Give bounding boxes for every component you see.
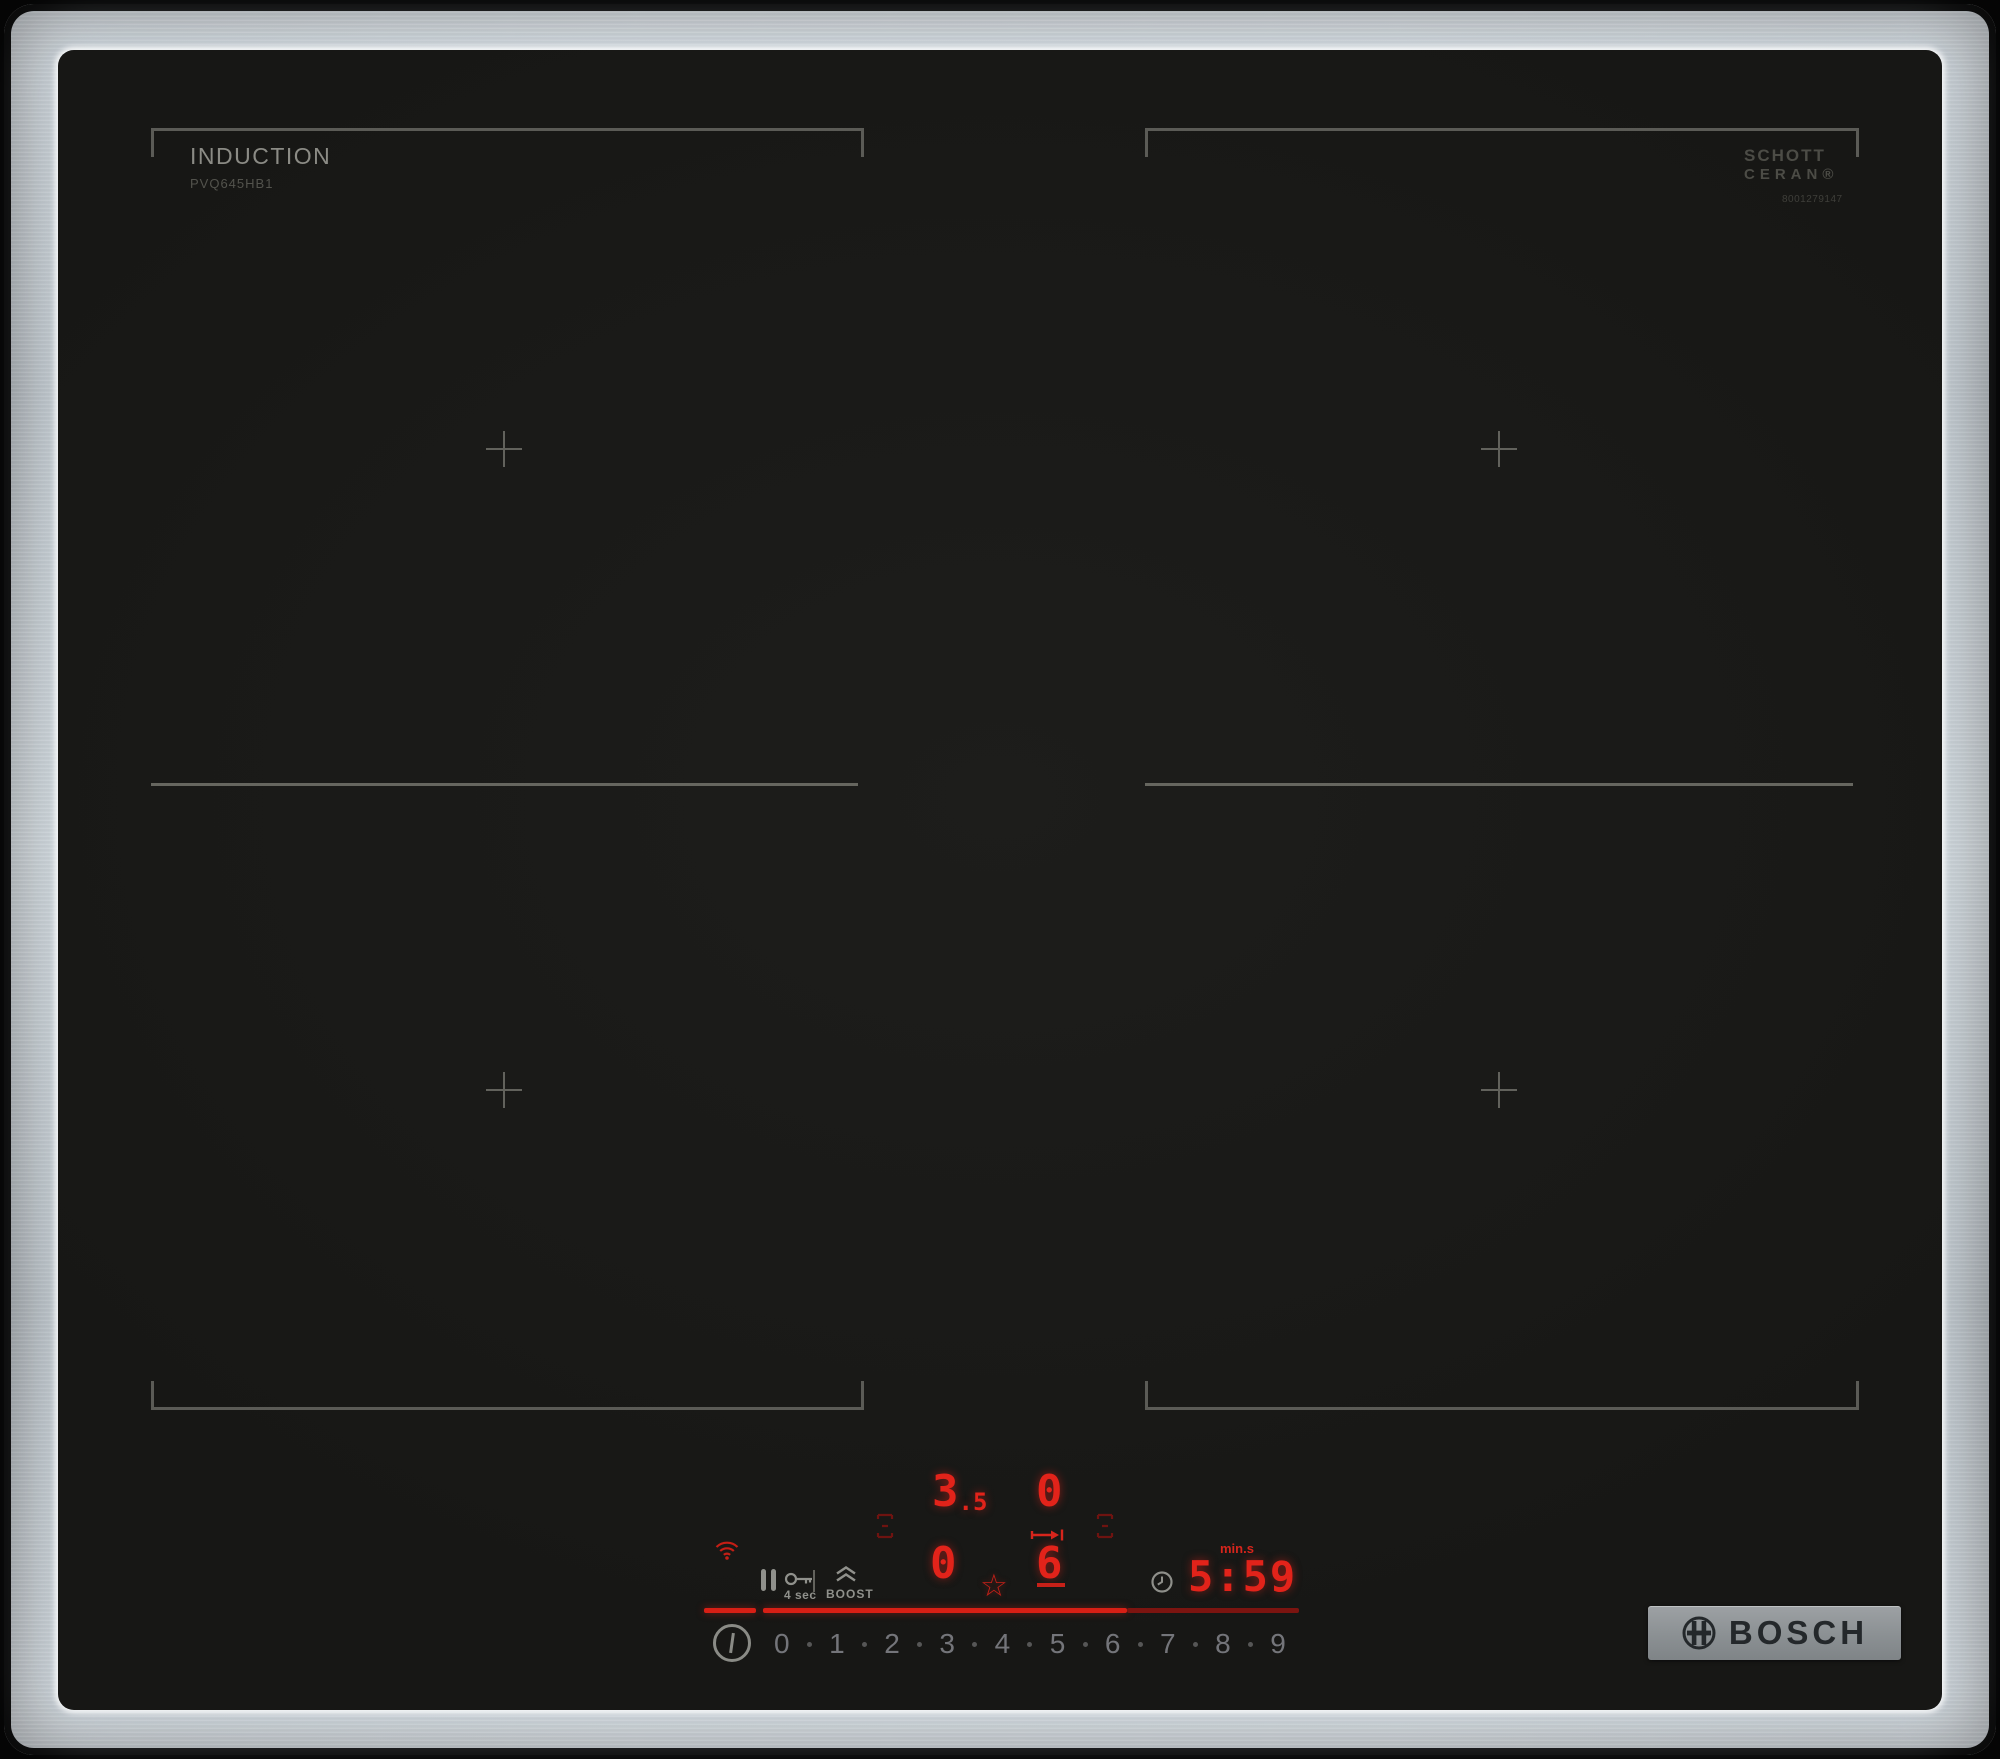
slider-inactive-track[interactable] [1127, 1608, 1299, 1613]
slider-number-0[interactable]: 0 [774, 1628, 790, 1660]
induction-label: INDUCTION [190, 143, 332, 169]
slider-dot [1247, 1641, 1253, 1647]
timer-clock-icon[interactable] [1150, 1570, 1174, 1594]
display-front-left-level[interactable]: 0 [930, 1542, 957, 1586]
slider-number-6[interactable]: 6 [1105, 1628, 1121, 1660]
slider-dot [1192, 1641, 1198, 1647]
slider-number-1[interactable]: 1 [829, 1628, 845, 1660]
zone-outline-front-left [151, 1381, 864, 1410]
slider-number-4[interactable]: 4 [995, 1628, 1011, 1660]
pause-icon [771, 1569, 776, 1591]
boost-button[interactable]: BOOST [826, 1565, 882, 1609]
zone-divider-right [1145, 783, 1853, 786]
slider-segment-left [704, 1608, 756, 1613]
slider-number-8[interactable]: 8 [1215, 1628, 1231, 1660]
slider-dot [1082, 1641, 1088, 1647]
zone-outline-front-right [1145, 1381, 1859, 1410]
childlock-hold-label: 4 sec [784, 1588, 817, 1602]
pause-icon [761, 1569, 766, 1591]
slider-dot [1137, 1641, 1143, 1647]
key-icon [784, 1572, 812, 1586]
pause-button[interactable] [761, 1569, 776, 1591]
zone-cross-icon [486, 431, 522, 467]
zone-cross-icon [1481, 1072, 1517, 1108]
back-left-level-decimal: .5 [958, 1488, 988, 1516]
slider-number-9[interactable]: 9 [1270, 1628, 1286, 1660]
display-front-right-level[interactable]: 6 [1036, 1542, 1063, 1586]
power-button[interactable] [713, 1624, 751, 1662]
slider-dot [806, 1641, 812, 1647]
bosch-logo-text: BOSCH [1728, 1614, 1869, 1651]
zone-cross-icon [1481, 431, 1517, 467]
schott-ceran-logo: SCHOTT CERAN® [1744, 146, 1838, 183]
slider-number-3[interactable]: 3 [939, 1628, 955, 1660]
control-divider [813, 1570, 815, 1592]
schott-logo-line1: SCHOTT [1744, 146, 1826, 165]
back-left-level-value: 3 [932, 1466, 959, 1517]
serial-number: 8001279147 [1782, 194, 1843, 205]
slider-number-5[interactable]: 5 [1050, 1628, 1066, 1660]
zone-divider-left [151, 783, 858, 786]
schott-logo-line2: CERAN® [1744, 165, 1839, 183]
display-back-right-level[interactable]: 0 [1036, 1470, 1063, 1514]
slider-dot [1027, 1641, 1033, 1647]
slider-active-track[interactable] [763, 1608, 1127, 1613]
slider-dot [862, 1641, 867, 1647]
slider-number-7[interactable]: 7 [1160, 1628, 1176, 1660]
boost-chevrons-icon [836, 1566, 856, 1582]
boost-label: BOOST [826, 1587, 874, 1601]
star-icon[interactable]: ☆ [980, 1570, 1008, 1601]
slider-number-2[interactable]: 2 [884, 1628, 900, 1660]
bosch-anchor-icon [1682, 1616, 1716, 1650]
slider-dot [972, 1641, 978, 1647]
timer-value[interactable]: 5:59 [1188, 1556, 1297, 1598]
zone-cross-icon [486, 1072, 522, 1108]
display-back-left-level[interactable]: 3 .5 [932, 1466, 988, 1517]
flex-zone-indicator-icon [876, 1513, 894, 1539]
slider-dot [917, 1641, 923, 1647]
power-level-slider[interactable]: 0 1 2 3 4 5 6 7 8 9 [774, 1626, 1286, 1662]
flex-zone-indicator-icon [1096, 1513, 1114, 1539]
model-number: PVQ645HB1 [190, 176, 274, 191]
bosch-badge: BOSCH [1648, 1606, 1901, 1660]
active-zone-underline [1037, 1583, 1065, 1587]
ceramic-glass-surface: INDUCTION PVQ645HB1 SCHOTT CERAN® 800127… [58, 50, 1942, 1710]
induction-hob: INDUCTION PVQ645HB1 SCHOTT CERAN® 800127… [0, 0, 2000, 1759]
wifi-icon [715, 1541, 739, 1560]
